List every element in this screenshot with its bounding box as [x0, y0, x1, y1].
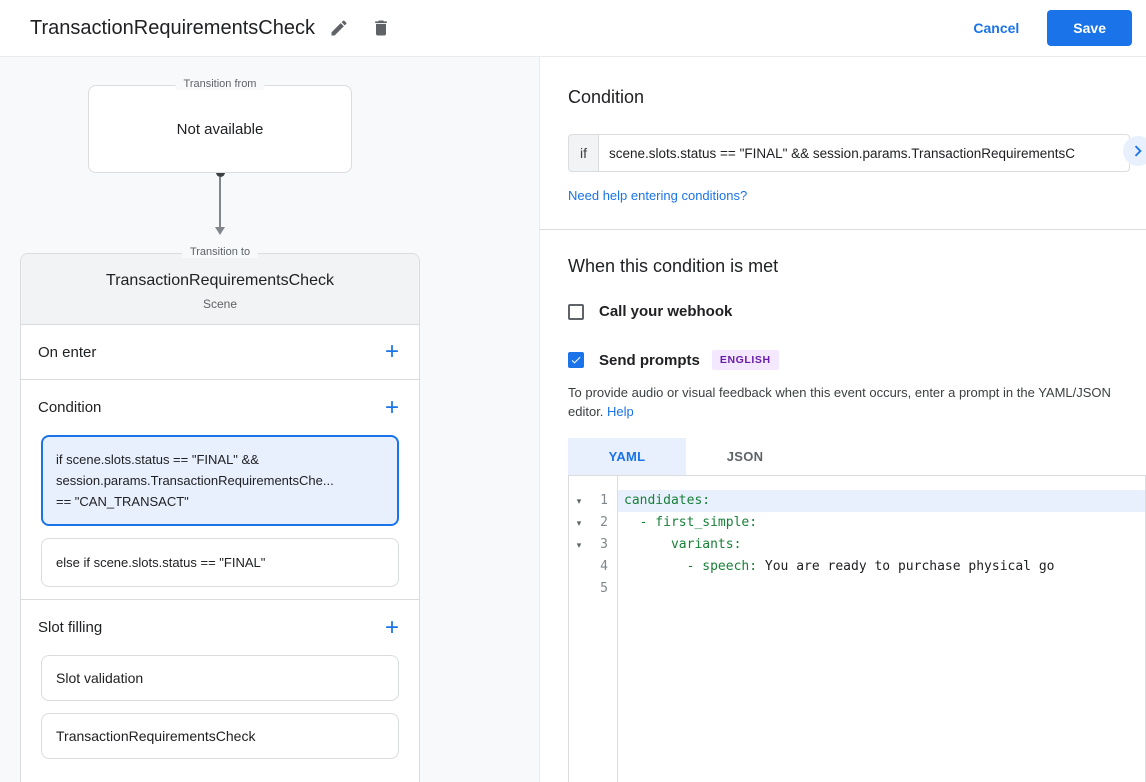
code-line: ▾ 2 - first_simple:	[569, 512, 1145, 534]
transition-connector	[20, 168, 420, 235]
webhook-row: Call your webhook	[568, 303, 1146, 320]
code-line: 4 - speech: You are ready to purchase ph…	[569, 556, 1145, 578]
conditions-help-link[interactable]: Need help entering conditions?	[568, 188, 747, 203]
call-webhook-checkbox[interactable]	[568, 303, 584, 320]
call-webhook-label[interactable]: Call your webhook	[599, 303, 732, 320]
slot-filling-label: Slot filling	[38, 619, 103, 636]
code-line: ▾ 1 candidates:	[569, 490, 1145, 512]
fold-arrow-icon[interactable]: ▾	[569, 490, 589, 512]
top-bar: TransactionRequirementsCheck Cancel Save	[0, 0, 1146, 57]
line-number: 5	[600, 581, 608, 596]
code-line: 5	[569, 578, 1145, 600]
code-text[interactable]: variants:	[617, 534, 1145, 556]
condition-input[interactable]	[598, 134, 1130, 172]
gutter-divider	[617, 476, 618, 782]
main-area: Transition from Not available Transition…	[0, 57, 1146, 782]
page-title: TransactionRequirementsCheck	[30, 16, 315, 39]
condition-item-selected[interactable]: if scene.slots.status == "FINAL" && sess…	[41, 435, 399, 526]
add-on-enter-button[interactable]: +	[381, 340, 403, 364]
cancel-button[interactable]: Cancel	[973, 20, 1019, 36]
language-badge: ENGLISH	[711, 350, 779, 370]
collapse-panel-button[interactable]	[1123, 136, 1146, 166]
on-enter-label: On enter	[38, 343, 97, 361]
code-text[interactable]: - speech: You are ready to purchase phys…	[617, 556, 1145, 578]
chevron-right-icon	[1127, 140, 1146, 162]
condition-section-header: Condition +	[21, 380, 419, 435]
transition-line	[219, 177, 221, 227]
transition-from-label: Transition from	[175, 78, 265, 90]
slot-item-validation[interactable]: Slot validation	[41, 655, 399, 701]
prompt-help-text: To provide audio or visual feedback when…	[568, 383, 1118, 421]
divider	[540, 229, 1146, 230]
when-condition-met-title: When this condition is met	[568, 256, 779, 276]
scene-card-subtitle: Scene	[202, 297, 238, 311]
condition-detail-panel: Condition if Need help entering conditio…	[540, 57, 1146, 782]
on-enter-section: On enter +	[21, 325, 419, 380]
yaml-code-editor[interactable]: ▾ 1 candidates: ▾ 2 - first_simple: ▾ 3 varian…	[568, 475, 1146, 782]
add-condition-button[interactable]: +	[381, 395, 403, 420]
checkmark-icon	[570, 354, 582, 366]
code-text[interactable]: - first_simple:	[617, 512, 1145, 534]
line-number: 4	[600, 559, 608, 574]
detail-panel-title: Condition	[568, 87, 645, 107]
transition-from-node: Transition from Not available	[88, 78, 352, 173]
if-label-chip: if	[568, 134, 598, 172]
trash-icon	[371, 18, 391, 38]
condition-section-label: Condition	[38, 399, 102, 416]
scene-card-header[interactable]: TransactionRequirementsCheck Scene	[21, 254, 419, 325]
slot-filling-section-header: Slot filling +	[21, 600, 419, 655]
condition-item[interactable]: else if scene.slots.status == "FINAL"	[41, 538, 399, 587]
slot-item-transaction-requirements[interactable]: TransactionRequirementsCheck	[41, 713, 399, 759]
code-lines: ▾ 1 candidates: ▾ 2 - first_simple: ▾ 3 varian…	[569, 490, 1145, 600]
tab-json[interactable]: JSON	[686, 438, 804, 475]
send-prompts-checkbox[interactable]	[568, 352, 584, 368]
edit-title-button[interactable]	[321, 10, 357, 46]
help-link[interactable]: Help	[607, 404, 634, 419]
send-prompts-label[interactable]: Send prompts	[599, 352, 700, 369]
save-button[interactable]: Save	[1047, 10, 1132, 46]
line-number: 1	[600, 493, 608, 508]
code-line: ▾ 3 variants:	[569, 534, 1145, 556]
editor-tabs: YAML JSON	[568, 438, 1146, 475]
condition-expression-row: if	[568, 134, 1130, 172]
line-number: 2	[600, 515, 608, 530]
code-text[interactable]	[617, 578, 1145, 600]
prompt-help-body: To provide audio or visual feedback when…	[568, 385, 1111, 419]
scene-graph-panel: Transition from Not available Transition…	[0, 57, 540, 782]
delete-scene-button[interactable]	[363, 10, 399, 46]
code-text[interactable]: candidates:	[617, 490, 1145, 512]
scene-card: Transition to TransactionRequirementsChe…	[20, 246, 420, 782]
add-slot-button[interactable]: +	[381, 615, 403, 640]
pencil-icon	[329, 18, 349, 38]
scene-card-title: TransactionRequirementsCheck	[106, 272, 334, 289]
tab-yaml[interactable]: YAML	[568, 438, 686, 475]
fold-arrow-icon[interactable]: ▾	[569, 512, 589, 534]
fold-arrow-icon[interactable]: ▾	[569, 534, 589, 556]
transition-to-label: Transition to	[181, 246, 259, 258]
send-prompts-row: Send prompts ENGLISH	[568, 350, 1146, 370]
transition-arrowhead-icon	[215, 227, 225, 235]
line-number: 3	[600, 537, 608, 552]
transition-from-value: Not available	[176, 120, 264, 138]
